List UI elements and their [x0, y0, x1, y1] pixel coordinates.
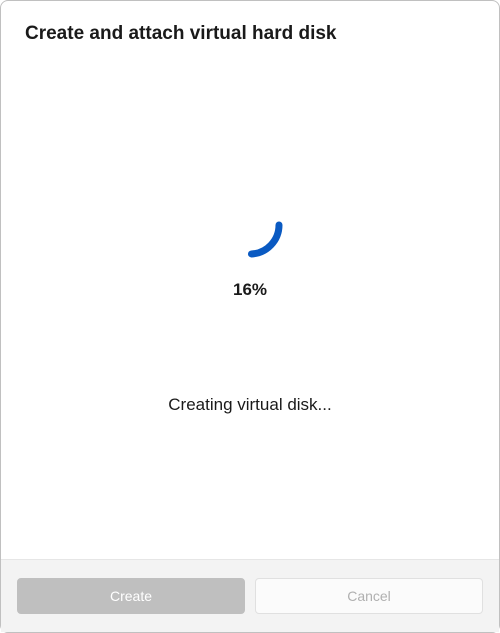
dialog-title: Create and attach virtual hard disk — [25, 23, 475, 45]
progress-status-text: Creating virtual disk... — [168, 395, 331, 415]
create-button[interactable]: Create — [17, 578, 245, 614]
spinner-icon — [217, 192, 283, 258]
dialog-footer: Create Cancel — [1, 559, 499, 632]
progress-percent: 16% — [233, 280, 267, 300]
progress-spinner — [205, 180, 295, 270]
cancel-button[interactable]: Cancel — [255, 578, 483, 614]
dialog-header: Create and attach virtual hard disk — [1, 1, 499, 45]
dialog-content: 16% Creating virtual disk... — [1, 45, 499, 559]
